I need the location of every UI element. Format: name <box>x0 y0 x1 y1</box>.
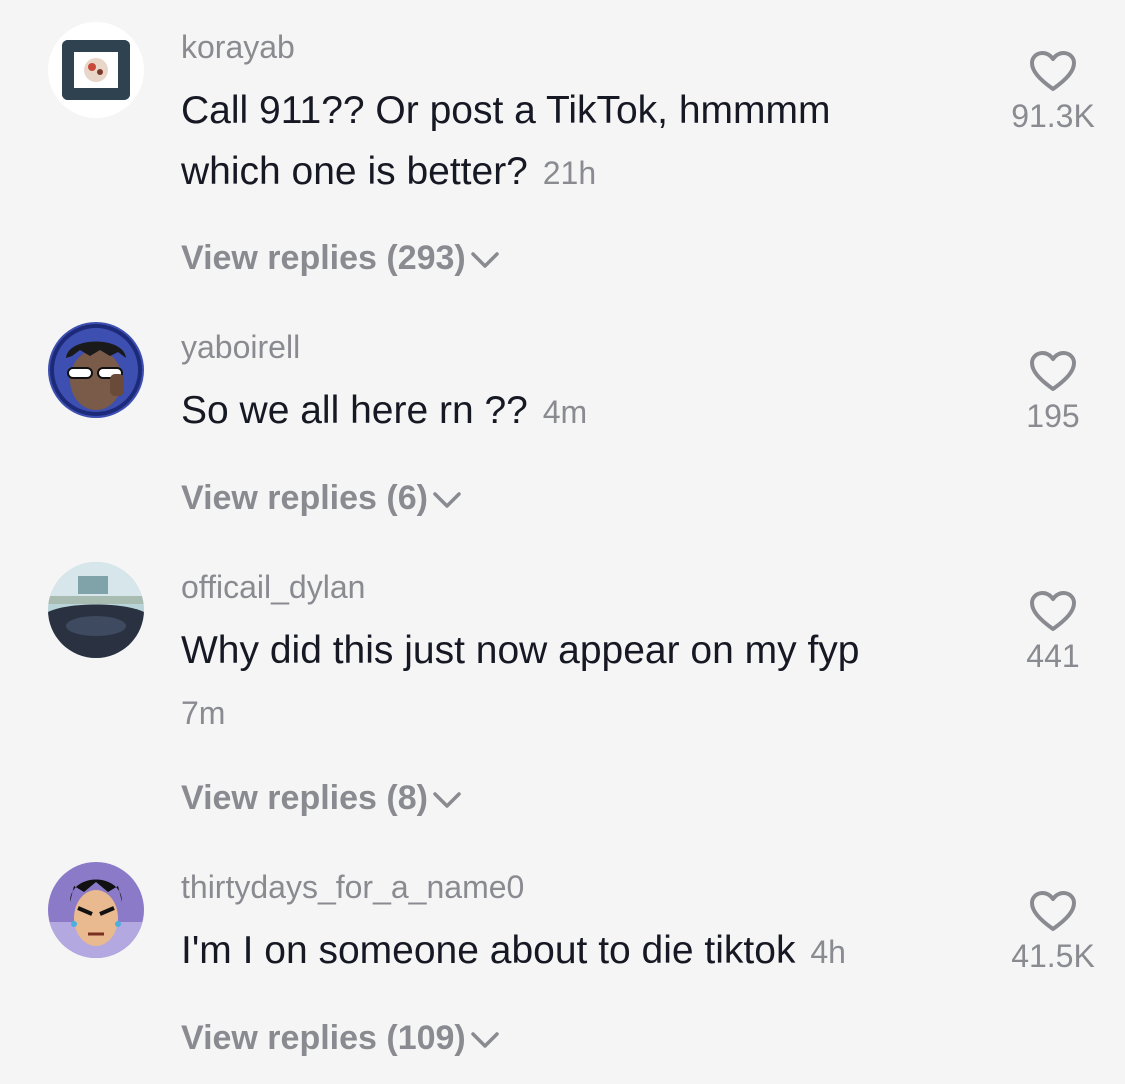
username[interactable]: thirtydays_for_a_name0 <box>181 867 524 907</box>
comment-item: thirtydays_for_a_name0 I'm I on someone … <box>0 840 1125 1084</box>
comment-text-line: I'm I on someone about to die tiktok <box>181 929 796 972</box>
like-button[interactable]: 91.3K <box>983 50 1123 136</box>
comment-text-line: Call 911?? Or post a TikTok, hmmmm <box>181 89 831 132</box>
comment-text: So we all here rn ?? 4m <box>181 380 981 443</box>
like-count: 41.5K <box>1011 938 1095 974</box>
view-replies-button[interactable]: View replies (293) <box>181 236 500 280</box>
view-replies-label: View replies (8) <box>181 779 428 817</box>
heart-icon <box>1030 51 1076 91</box>
like-button[interactable]: 41.5K <box>983 890 1123 976</box>
hands-frame-avatar-icon <box>48 22 144 118</box>
avatar[interactable] <box>48 322 144 418</box>
view-replies-label: View replies (293) <box>181 239 466 277</box>
view-replies-label: View replies (109) <box>181 1019 466 1057</box>
like-button[interactable]: 195 <box>983 350 1123 436</box>
chevron-down-icon <box>433 792 461 808</box>
car-window-photo-avatar-icon <box>48 562 144 658</box>
sunglasses-person-avatar-icon <box>48 322 144 418</box>
comment-item: yaboirell So we all here rn ?? 4m View r… <box>0 300 1125 540</box>
avatar[interactable] <box>48 862 144 958</box>
like-button[interactable]: 441 <box>983 590 1123 676</box>
comment-text: Why did this just now appear on my fyp 7… <box>181 620 981 744</box>
view-replies-button[interactable]: View replies (6) <box>181 476 462 520</box>
comment-text: Call 911?? Or post a TikTok, hmmmm which… <box>181 80 981 204</box>
view-replies-label: View replies (6) <box>181 479 428 517</box>
comment-text-line: So we all here rn ?? <box>181 389 528 432</box>
anime-character-avatar-icon <box>48 862 144 958</box>
chevron-down-icon <box>471 1032 499 1048</box>
comment-text: I'm I on someone about to die tiktok 4h <box>181 920 981 983</box>
avatar[interactable] <box>48 562 144 658</box>
avatar[interactable] <box>48 22 144 118</box>
comment-item: korayab Call 911?? Or post a TikTok, hmm… <box>0 0 1125 300</box>
view-replies-button[interactable]: View replies (109) <box>181 1016 500 1060</box>
chevron-down-icon <box>433 492 461 508</box>
comment-time: 7m <box>181 695 226 731</box>
view-replies-button[interactable]: View replies (8) <box>181 776 462 820</box>
username[interactable]: yaboirell <box>181 327 300 367</box>
comment-list: korayab Call 911?? Or post a TikTok, hmm… <box>0 0 1125 1084</box>
comment-time: 4h <box>810 934 846 970</box>
comment-time: 21h <box>542 155 597 191</box>
heart-icon <box>1030 891 1076 931</box>
chevron-down-icon <box>471 252 499 268</box>
comment-text-line: Why did this just now appear on my fyp <box>181 629 860 672</box>
heart-icon <box>1030 591 1076 631</box>
username[interactable]: officail_dylan <box>181 567 365 607</box>
like-count: 441 <box>1026 638 1080 674</box>
comment-text-line: which one is better? <box>181 150 528 193</box>
heart-icon <box>1030 351 1076 391</box>
like-count: 195 <box>1026 398 1080 434</box>
username[interactable]: korayab <box>181 27 295 67</box>
comment-item: officail_dylan Why did this just now app… <box>0 540 1125 840</box>
like-count: 91.3K <box>1011 98 1095 134</box>
comment-time: 4m <box>542 394 588 430</box>
